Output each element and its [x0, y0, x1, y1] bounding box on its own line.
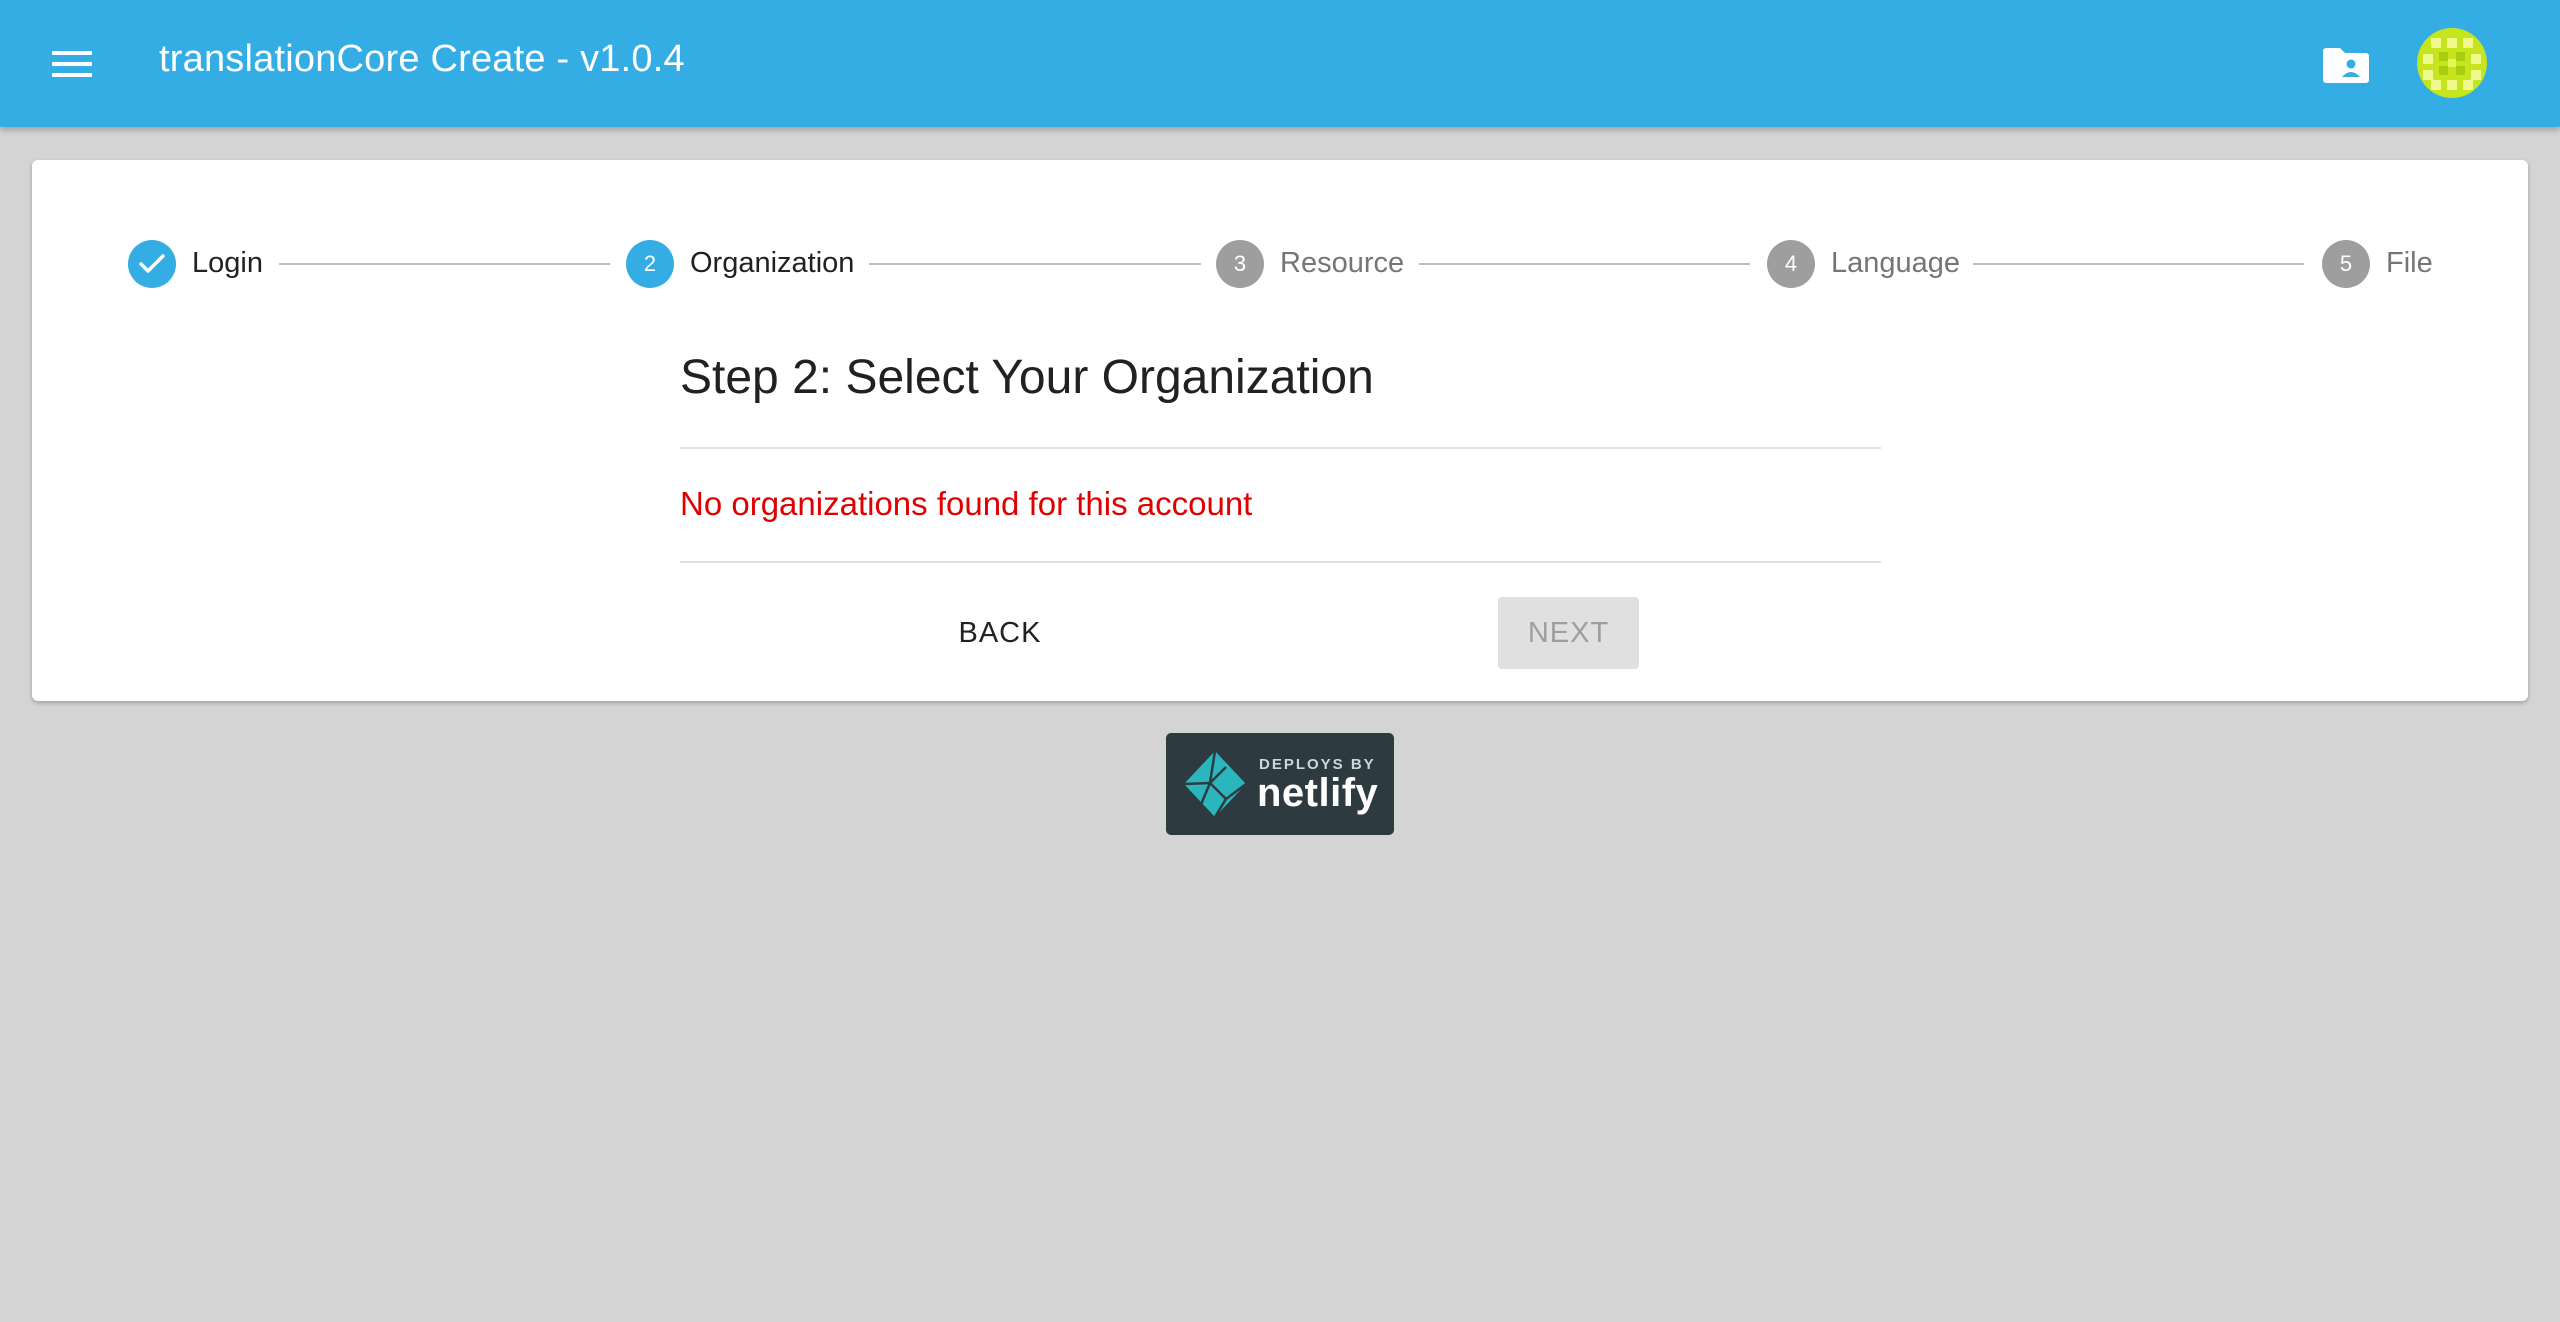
step-1-check-icon	[128, 240, 176, 288]
step-5-circle: 5	[2322, 240, 2370, 288]
step-2-circle: 2	[626, 240, 674, 288]
step-connector	[1973, 263, 2304, 265]
step-4-circle: 4	[1767, 240, 1815, 288]
step-connector	[279, 263, 610, 265]
netlify-badge[interactable]: DEPLOYS BY netlify	[1166, 733, 1394, 835]
step-label-organization: Organization	[690, 247, 855, 279]
stepper: Login 2 Organization 3 Resource 4 Langua…	[32, 160, 2528, 300]
step-connector	[1419, 263, 1750, 265]
app-bar: translationCore Create - v1.0.4	[0, 0, 2560, 127]
next-button[interactable]: NEXT	[1498, 597, 1639, 669]
netlify-logo	[1183, 750, 1247, 818]
app-title: translationCore Create - v1.0.4	[159, 38, 685, 80]
error-message: No organizations found for this account	[680, 485, 1253, 522]
back-button[interactable]: BACK	[908, 597, 1092, 669]
page-title: Step 2: Select Your Organization	[680, 351, 1374, 404]
step-label-resource: Resource	[1280, 247, 1405, 279]
divider	[680, 447, 1881, 449]
step-3-circle: 3	[1216, 240, 1264, 288]
step-label-login: Login	[192, 247, 263, 279]
badge-brand-text: netlify	[1257, 771, 1379, 815]
folder-account-icon[interactable]	[2322, 40, 2370, 86]
step-label-file: File	[2386, 247, 2433, 279]
step-connector	[869, 263, 1201, 265]
wizard-card: Login 2 Organization 3 Resource 4 Langua…	[32, 160, 2528, 701]
divider	[680, 561, 1881, 563]
menu-icon[interactable]	[48, 45, 96, 83]
avatar[interactable]	[2417, 28, 2487, 98]
step-label-language: Language	[1831, 247, 1961, 279]
